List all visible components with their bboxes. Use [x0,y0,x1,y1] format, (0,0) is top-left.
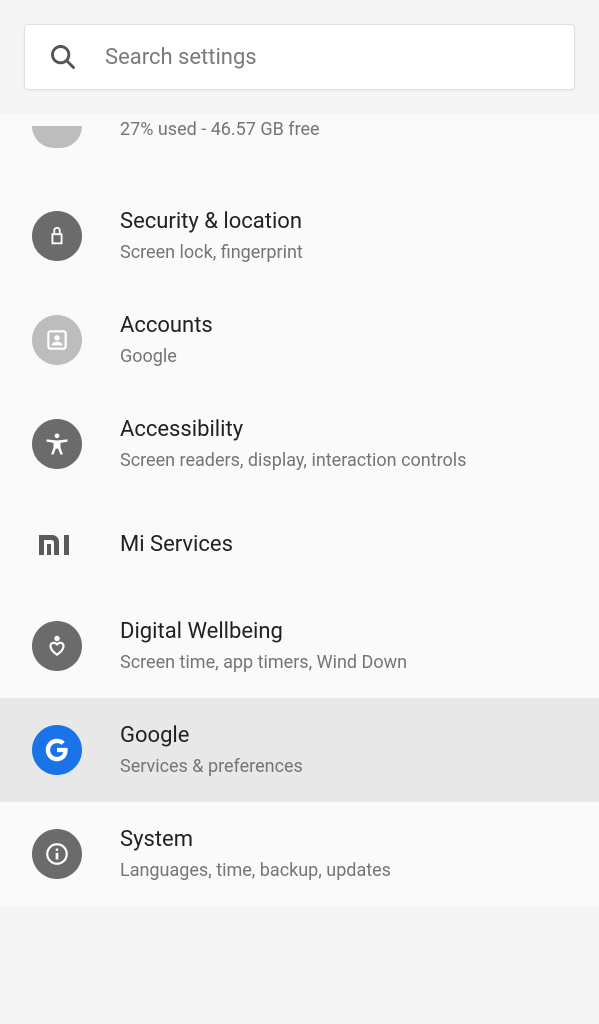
storage-icon [32,114,82,164]
settings-item-miservices[interactable]: Mi Services [0,496,599,594]
settings-item-subtitle: Google [120,345,213,368]
settings-item-title: Security & location [120,208,303,237]
settings-item-system[interactable]: System Languages, time, backup, updates [0,802,599,906]
settings-item-subtitle: Screen lock, fingerprint [120,241,303,264]
search-placeholder: Search settings [105,45,257,70]
settings-item-storage[interactable]: 27% used - 46.57 GB free [0,114,599,184]
settings-item-subtitle: Languages, time, backup, updates [120,859,391,882]
settings-item-subtitle: 27% used - 46.57 GB free [120,118,320,141]
settings-item-title: System [120,826,391,855]
header: Search settings [0,0,599,114]
settings-item-title: Digital Wellbeing [120,618,407,647]
settings-item-title: Accounts [120,312,213,341]
info-icon [32,829,82,879]
account-icon [32,315,82,365]
wellbeing-icon [32,621,82,671]
settings-item-accessibility[interactable]: Accessibility Screen readers, display, i… [0,392,599,496]
settings-item-wellbeing[interactable]: Digital Wellbeing Screen time, app timer… [0,594,599,698]
settings-item-subtitle: Services & preferences [120,755,303,778]
mi-icon [32,520,82,570]
settings-item-title: Google [120,722,303,751]
settings-item-security[interactable]: Security & location Screen lock, fingerp… [0,184,599,288]
search-icon [49,43,77,71]
search-box[interactable]: Search settings [24,24,575,90]
settings-item-subtitle: Screen time, app timers, Wind Down [120,651,407,674]
settings-item-title: Mi Services [120,531,233,560]
settings-list: 27% used - 46.57 GB free Security & loca… [0,114,599,906]
google-icon [32,725,82,775]
lock-icon [32,211,82,261]
accessibility-icon [32,419,82,469]
settings-item-title: Accessibility [120,416,466,445]
settings-item-subtitle: Screen readers, display, interaction con… [120,449,466,472]
settings-item-accounts[interactable]: Accounts Google [0,288,599,392]
settings-item-google[interactable]: Google Services & preferences [0,698,599,802]
